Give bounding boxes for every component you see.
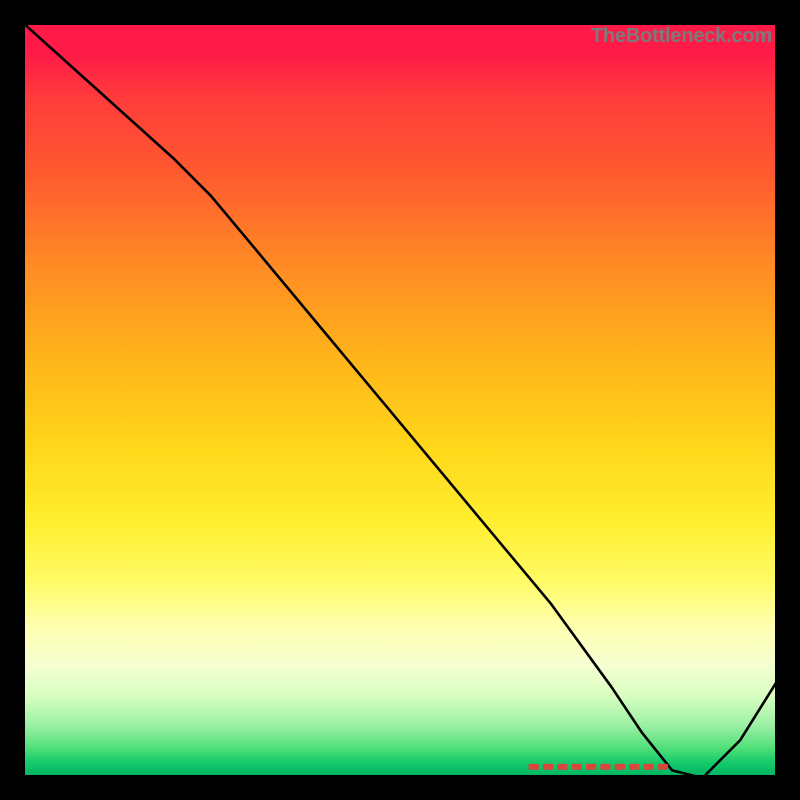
chart-container: TheBottleneck.com <box>0 0 800 800</box>
plot-area: TheBottleneck.com <box>22 22 778 778</box>
background-gradient <box>22 22 778 778</box>
